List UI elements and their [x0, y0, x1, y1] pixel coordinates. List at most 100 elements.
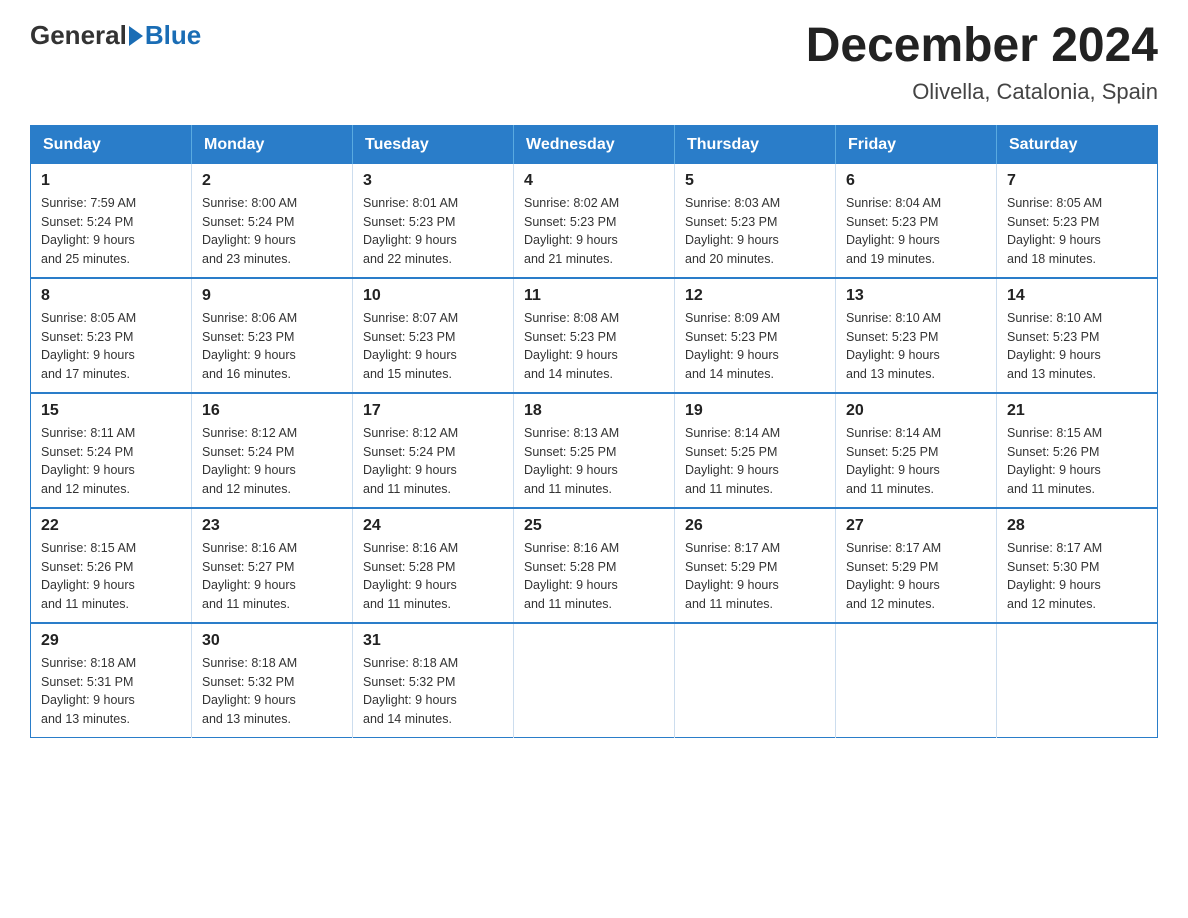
- calendar-cell: 15 Sunrise: 8:11 AM Sunset: 5:24 PM Dayli…: [31, 393, 192, 508]
- calendar-cell: 19Sunrise: 8:14 AM Sunset: 5:25 PM Dayli…: [675, 393, 836, 508]
- calendar-week-row: 29 Sunrise: 8:18 AM Sunset: 5:31 PM Dayli…: [31, 623, 1158, 738]
- day-number: 14: [1007, 287, 1147, 305]
- logo: General Blue: [30, 20, 201, 51]
- day-info: Sunrise: 8:12 AM Sunset: 5:24 PM Dayligh…: [202, 424, 342, 499]
- day-number: 10: [363, 287, 503, 305]
- calendar-cell: 4Sunrise: 8:02 AM Sunset: 5:23 PM Daylig…: [514, 164, 675, 278]
- calendar-cell: 27 Sunrise: 8:17 AM Sunset: 5:29 PM Dayli…: [836, 508, 997, 623]
- day-info: Sunrise: 8:16 AM Sunset: 5:27 PM Dayligh…: [202, 539, 342, 614]
- calendar-cell: 26 Sunrise: 8:17 AM Sunset: 5:29 PM Dayli…: [675, 508, 836, 623]
- calendar-cell: 12 Sunrise: 8:09 AM Sunset: 5:23 PM Dayli…: [675, 278, 836, 393]
- day-info: Sunrise: 8:16 AM Sunset: 5:28 PM Dayligh…: [524, 539, 664, 614]
- calendar-cell: [997, 623, 1158, 738]
- day-number: 7: [1007, 172, 1147, 190]
- day-number: 6: [846, 172, 986, 190]
- calendar-cell: 24 Sunrise: 8:16 AM Sunset: 5:28 PM Dayli…: [353, 508, 514, 623]
- day-number: 20: [846, 402, 986, 420]
- day-info: Sunrise: 8:01 AM Sunset: 5:23 PM Dayligh…: [363, 194, 503, 269]
- day-number: 26: [685, 517, 825, 535]
- calendar-cell: 28Sunrise: 8:17 AM Sunset: 5:30 PM Dayli…: [997, 508, 1158, 623]
- calendar-week-row: 15 Sunrise: 8:11 AM Sunset: 5:24 PM Dayli…: [31, 393, 1158, 508]
- day-info: Sunrise: 8:18 AM Sunset: 5:32 PM Dayligh…: [202, 654, 342, 729]
- day-number: 23: [202, 517, 342, 535]
- page-title: December 2024: [806, 20, 1158, 73]
- day-info: Sunrise: 8:11 AM Sunset: 5:24 PM Dayligh…: [41, 424, 181, 499]
- day-number: 22: [41, 517, 181, 535]
- day-info: Sunrise: 8:05 AM Sunset: 5:23 PM Dayligh…: [41, 309, 181, 384]
- day-info: Sunrise: 8:09 AM Sunset: 5:23 PM Dayligh…: [685, 309, 825, 384]
- day-number: 16: [202, 402, 342, 420]
- calendar-cell: 23 Sunrise: 8:16 AM Sunset: 5:27 PM Dayli…: [192, 508, 353, 623]
- day-info: Sunrise: 8:12 AM Sunset: 5:24 PM Dayligh…: [363, 424, 503, 499]
- calendar-cell: 13 Sunrise: 8:10 AM Sunset: 5:23 PM Dayli…: [836, 278, 997, 393]
- calendar-cell: 5Sunrise: 8:03 AM Sunset: 5:23 PM Daylig…: [675, 164, 836, 278]
- calendar-cell: 2 Sunrise: 8:00 AM Sunset: 5:24 PM Daylig…: [192, 164, 353, 278]
- day-number: 30: [202, 632, 342, 650]
- day-info: Sunrise: 8:05 AM Sunset: 5:23 PM Dayligh…: [1007, 194, 1147, 269]
- calendar-cell: 3 Sunrise: 8:01 AM Sunset: 5:23 PM Daylig…: [353, 164, 514, 278]
- weekday-header-friday: Friday: [836, 125, 997, 164]
- calendar-cell: 18Sunrise: 8:13 AM Sunset: 5:25 PM Dayli…: [514, 393, 675, 508]
- calendar-cell: 8 Sunrise: 8:05 AM Sunset: 5:23 PM Daylig…: [31, 278, 192, 393]
- day-info: Sunrise: 8:17 AM Sunset: 5:29 PM Dayligh…: [846, 539, 986, 614]
- weekday-header-wednesday: Wednesday: [514, 125, 675, 164]
- day-number: 12: [685, 287, 825, 305]
- day-info: Sunrise: 8:06 AM Sunset: 5:23 PM Dayligh…: [202, 309, 342, 384]
- day-number: 24: [363, 517, 503, 535]
- day-info: Sunrise: 8:08 AM Sunset: 5:23 PM Dayligh…: [524, 309, 664, 384]
- calendar-cell: 11 Sunrise: 8:08 AM Sunset: 5:23 PM Dayli…: [514, 278, 675, 393]
- day-info: Sunrise: 8:17 AM Sunset: 5:29 PM Dayligh…: [685, 539, 825, 614]
- day-info: Sunrise: 8:10 AM Sunset: 5:23 PM Dayligh…: [1007, 309, 1147, 384]
- day-info: Sunrise: 8:18 AM Sunset: 5:32 PM Dayligh…: [363, 654, 503, 729]
- title-block: December 2024 Olivella, Catalonia, Spain: [806, 20, 1158, 105]
- day-number: 8: [41, 287, 181, 305]
- day-number: 13: [846, 287, 986, 305]
- day-info: Sunrise: 8:18 AM Sunset: 5:31 PM Dayligh…: [41, 654, 181, 729]
- day-info: Sunrise: 8:04 AM Sunset: 5:23 PM Dayligh…: [846, 194, 986, 269]
- calendar-cell: [514, 623, 675, 738]
- day-info: Sunrise: 8:07 AM Sunset: 5:23 PM Dayligh…: [363, 309, 503, 384]
- day-number: 27: [846, 517, 986, 535]
- day-number: 17: [363, 402, 503, 420]
- day-number: 4: [524, 172, 664, 190]
- day-info: Sunrise: 8:14 AM Sunset: 5:25 PM Dayligh…: [685, 424, 825, 499]
- day-info: Sunrise: 8:13 AM Sunset: 5:25 PM Dayligh…: [524, 424, 664, 499]
- calendar-cell: 22Sunrise: 8:15 AM Sunset: 5:26 PM Dayli…: [31, 508, 192, 623]
- calendar-cell: 17 Sunrise: 8:12 AM Sunset: 5:24 PM Dayli…: [353, 393, 514, 508]
- day-number: 15: [41, 402, 181, 420]
- day-number: 3: [363, 172, 503, 190]
- day-number: 11: [524, 287, 664, 305]
- logo-blue-box: Blue: [127, 20, 201, 51]
- day-info: Sunrise: 8:10 AM Sunset: 5:23 PM Dayligh…: [846, 309, 986, 384]
- day-info: Sunrise: 8:03 AM Sunset: 5:23 PM Dayligh…: [685, 194, 825, 269]
- calendar-cell: 20Sunrise: 8:14 AM Sunset: 5:25 PM Dayli…: [836, 393, 997, 508]
- calendar-table: SundayMondayTuesdayWednesdayThursdayFrid…: [30, 125, 1158, 738]
- day-info: Sunrise: 8:16 AM Sunset: 5:28 PM Dayligh…: [363, 539, 503, 614]
- logo-blue-text: Blue: [145, 20, 201, 51]
- calendar-cell: [836, 623, 997, 738]
- logo-arrow-icon: [129, 26, 143, 46]
- calendar-header-row: SundayMondayTuesdayWednesdayThursdayFrid…: [31, 125, 1158, 164]
- weekday-header-monday: Monday: [192, 125, 353, 164]
- calendar-week-row: 8 Sunrise: 8:05 AM Sunset: 5:23 PM Daylig…: [31, 278, 1158, 393]
- calendar-cell: 9 Sunrise: 8:06 AM Sunset: 5:23 PM Daylig…: [192, 278, 353, 393]
- day-number: 2: [202, 172, 342, 190]
- page-header: General Blue December 2024 Olivella, Cat…: [30, 20, 1158, 105]
- day-info: Sunrise: 7:59 AM Sunset: 5:24 PM Dayligh…: [41, 194, 181, 269]
- calendar-cell: 6 Sunrise: 8:04 AM Sunset: 5:23 PM Daylig…: [836, 164, 997, 278]
- day-number: 9: [202, 287, 342, 305]
- calendar-cell: 21Sunrise: 8:15 AM Sunset: 5:26 PM Dayli…: [997, 393, 1158, 508]
- calendar-cell: 16 Sunrise: 8:12 AM Sunset: 5:24 PM Dayli…: [192, 393, 353, 508]
- day-number: 29: [41, 632, 181, 650]
- logo-general-text: General: [30, 20, 127, 51]
- calendar-cell: 14 Sunrise: 8:10 AM Sunset: 5:23 PM Dayli…: [997, 278, 1158, 393]
- calendar-week-row: 22Sunrise: 8:15 AM Sunset: 5:26 PM Dayli…: [31, 508, 1158, 623]
- calendar-cell: 30 Sunrise: 8:18 AM Sunset: 5:32 PM Dayli…: [192, 623, 353, 738]
- weekday-header-tuesday: Tuesday: [353, 125, 514, 164]
- weekday-header-saturday: Saturday: [997, 125, 1158, 164]
- day-info: Sunrise: 8:00 AM Sunset: 5:24 PM Dayligh…: [202, 194, 342, 269]
- page-subtitle: Olivella, Catalonia, Spain: [806, 79, 1158, 105]
- weekday-header-sunday: Sunday: [31, 125, 192, 164]
- calendar-cell: 31Sunrise: 8:18 AM Sunset: 5:32 PM Dayli…: [353, 623, 514, 738]
- calendar-week-row: 1Sunrise: 7:59 AM Sunset: 5:24 PM Daylig…: [31, 164, 1158, 278]
